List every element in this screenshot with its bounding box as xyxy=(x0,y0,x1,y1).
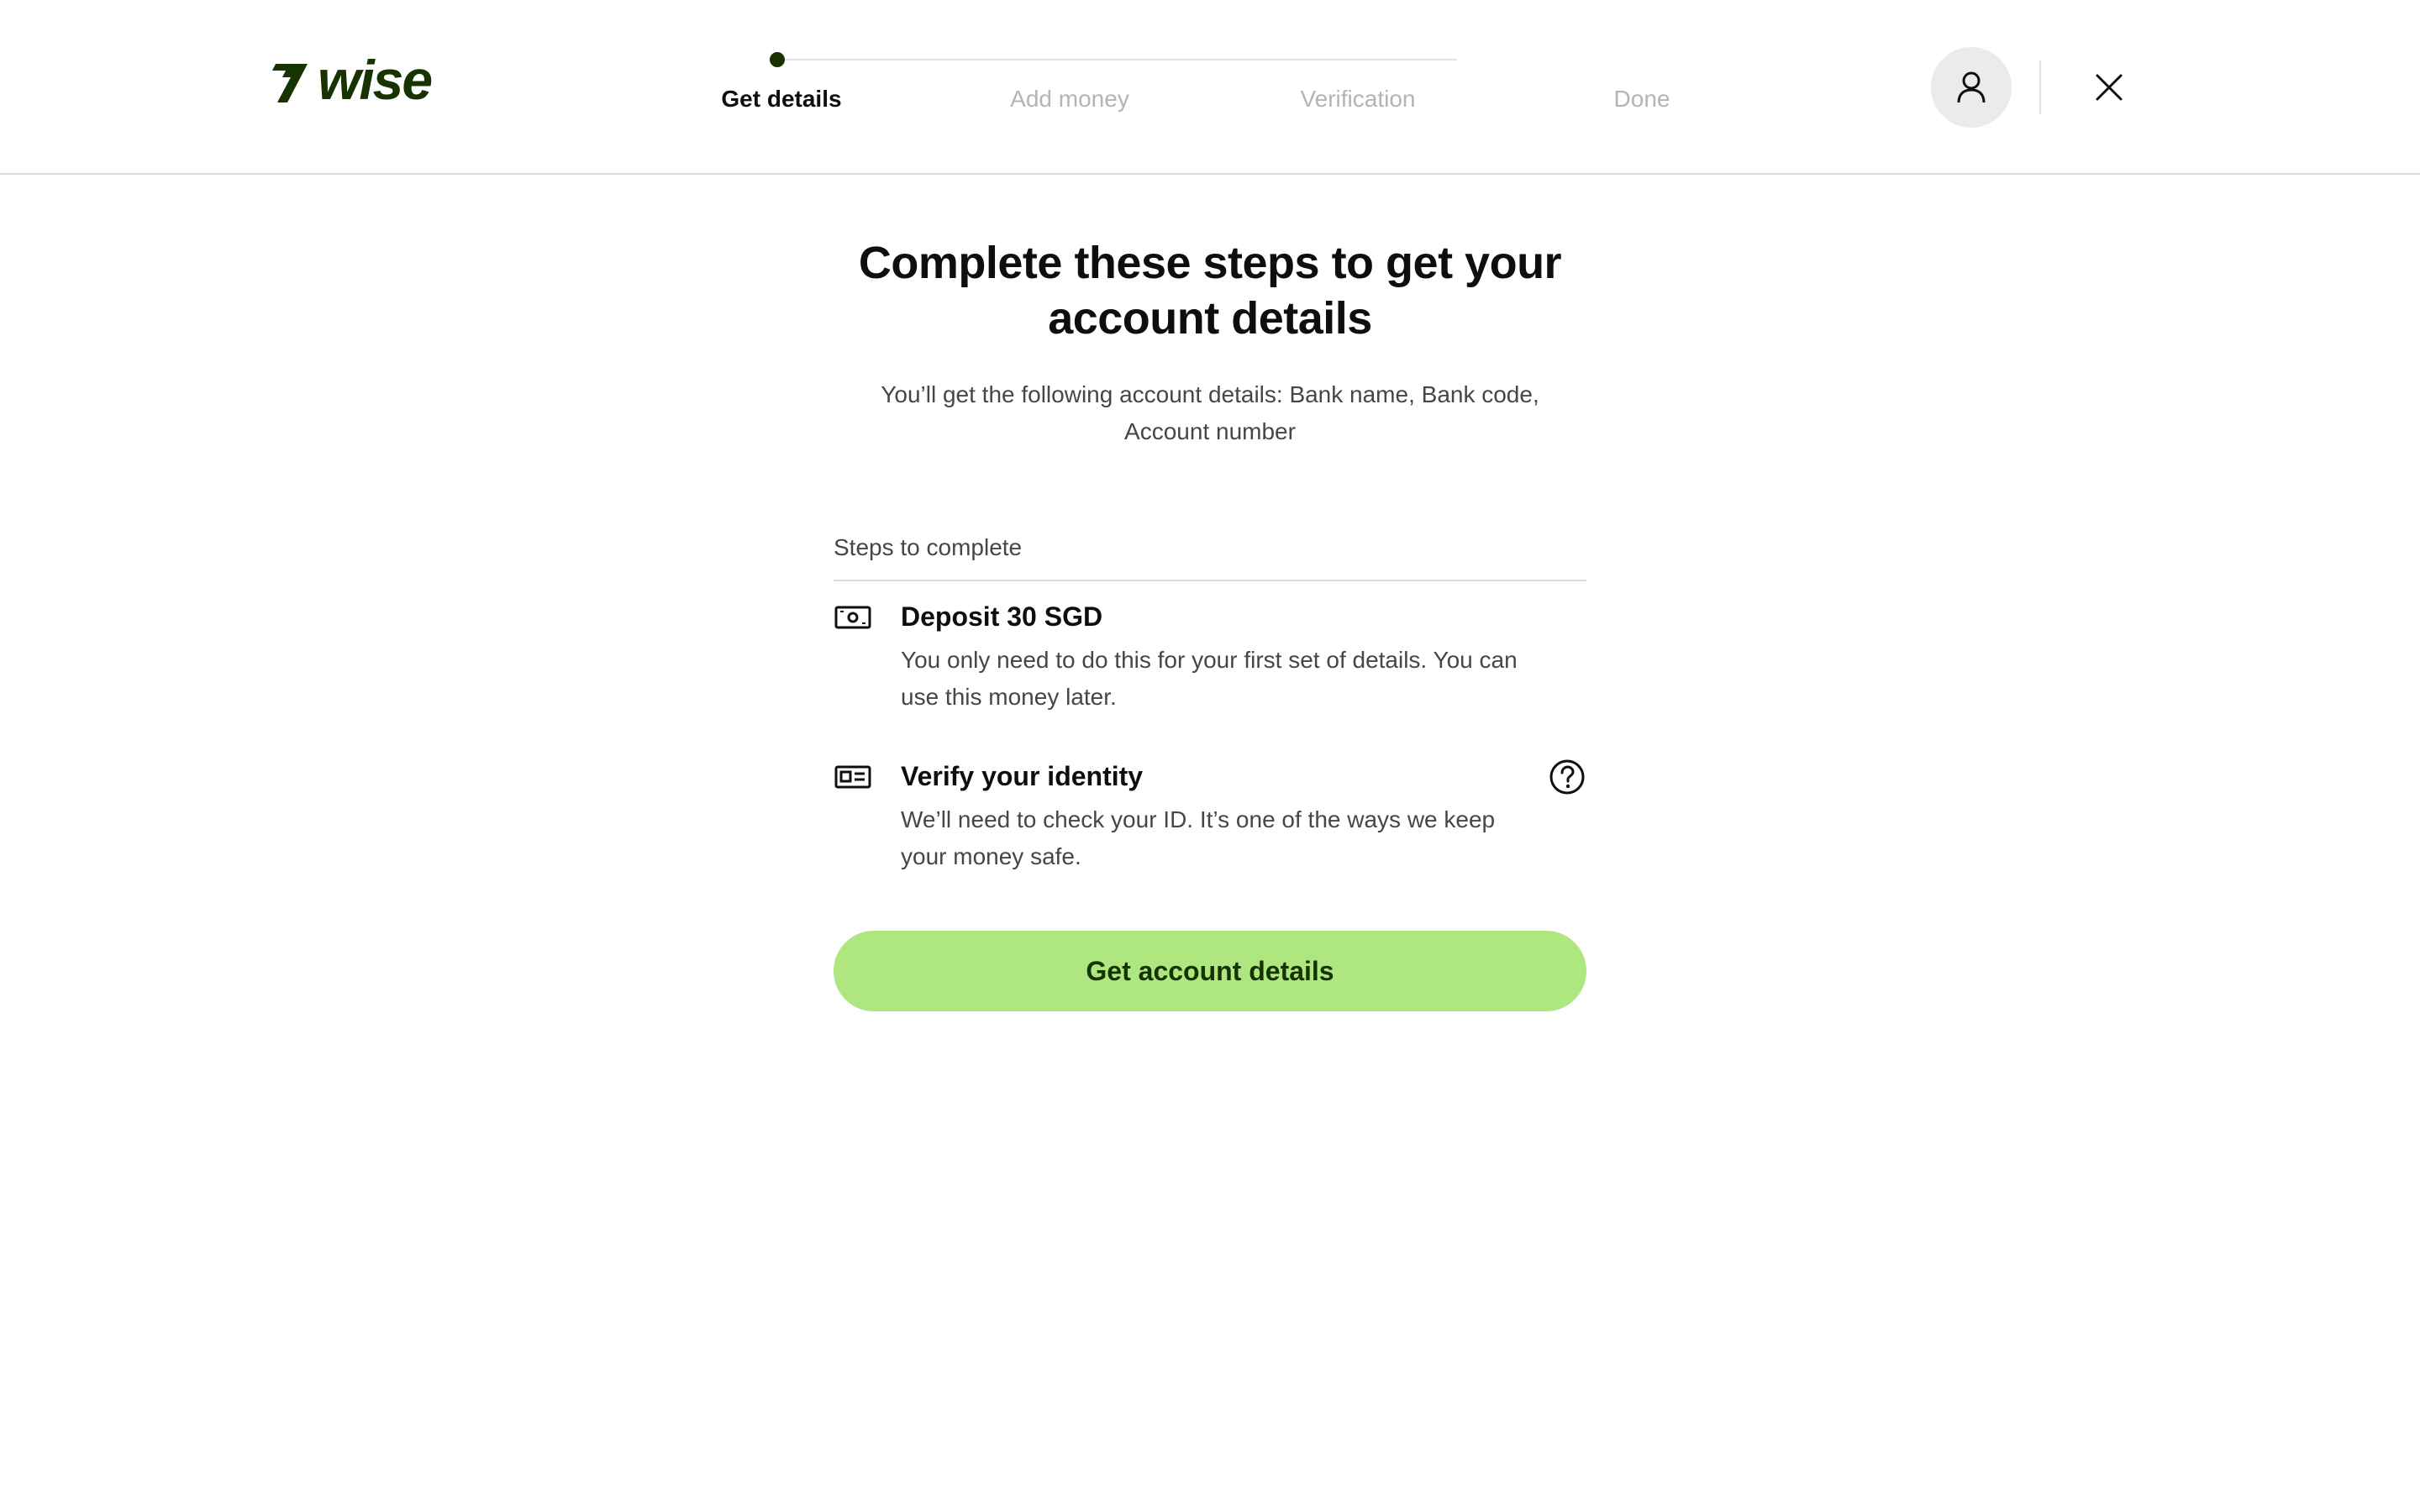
page-title: Complete these steps to get your account… xyxy=(858,238,1562,344)
step-verify-identity: Verify your identity We’ll need to check… xyxy=(834,756,1586,875)
get-account-details-button[interactable]: Get account details xyxy=(834,931,1586,1011)
step-add-money: Add money xyxy=(1010,86,1129,112)
step-verify-title: Verify your identity xyxy=(901,761,1144,791)
main-content: Complete these steps to get your account… xyxy=(834,235,1586,1011)
person-icon xyxy=(1957,71,1986,103)
step-deposit: Deposit 30 SGD You only need to do this … xyxy=(834,596,1586,716)
progress-stepper: Get details Add money Verification Done xyxy=(655,34,1681,126)
profile-button[interactable] xyxy=(1931,47,2012,128)
steps-section: Steps to complete Deposit 30 SGD You onl… xyxy=(834,531,1586,875)
wise-wordmark: wise xyxy=(318,49,433,111)
steps-heading: Steps to complete xyxy=(834,531,1586,581)
stepper-track xyxy=(778,59,1457,60)
cash-icon xyxy=(834,606,871,629)
step-done: Done xyxy=(1613,86,1670,112)
header-divider xyxy=(2039,60,2041,114)
close-icon xyxy=(2096,74,2123,101)
id-card-icon xyxy=(834,765,871,789)
page-subtitle: You’ll get the following account details… xyxy=(881,381,1539,444)
step-verify-description: We’ll need to check your ID. It’s one of… xyxy=(901,806,1496,869)
question-circle-icon[interactable] xyxy=(1548,758,1586,796)
step-get-details: Get details xyxy=(721,86,842,112)
wise-flag-icon xyxy=(272,64,308,102)
step-deposit-description: You only need to do this for your first … xyxy=(901,647,1518,710)
top-header: wise Get details Add money Verification … xyxy=(0,0,2420,175)
wise-logo[interactable]: wise xyxy=(271,49,452,111)
close-button[interactable] xyxy=(2082,60,2136,114)
stepper-current-dot xyxy=(770,52,785,67)
step-deposit-title: Deposit 30 SGD xyxy=(901,601,1103,632)
step-verification: Verification xyxy=(1300,86,1416,112)
